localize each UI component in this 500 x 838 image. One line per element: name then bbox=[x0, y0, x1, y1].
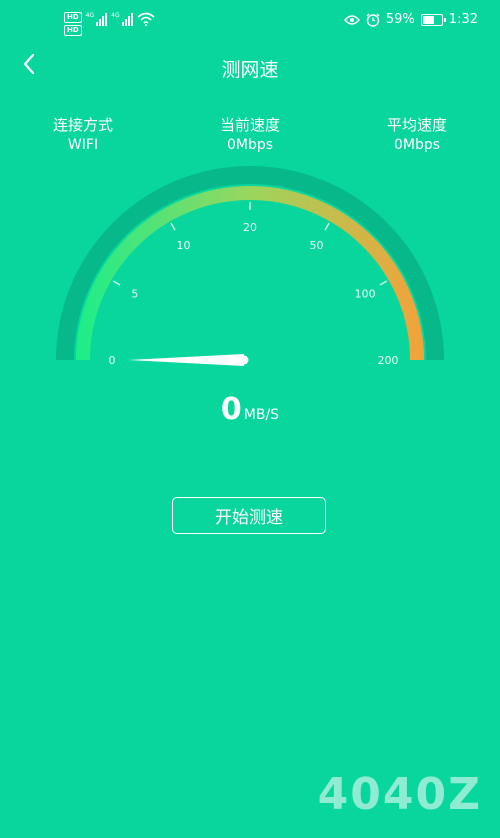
gauge-tick-label: 10 bbox=[177, 239, 191, 252]
watermark-logo: 4040Z bbox=[317, 769, 482, 820]
speed-value: 0 bbox=[220, 392, 242, 427]
gauge-tick-label: 50 bbox=[310, 239, 324, 252]
gauge-tick bbox=[112, 280, 121, 286]
gauge-tick-label: 20 bbox=[243, 221, 257, 234]
start-test-button[interactable]: 开始测速 bbox=[172, 497, 326, 534]
speed-unit: MB/S bbox=[243, 407, 280, 423]
gauge-tick-label: 100 bbox=[355, 288, 376, 301]
speed-readout: 0 MB/S bbox=[0, 392, 500, 427]
gauge-pivot bbox=[239, 355, 249, 365]
gauge-tick-label: 0 bbox=[109, 354, 116, 367]
gauge-tick bbox=[170, 222, 176, 231]
gauge-needle bbox=[128, 354, 244, 366]
gauge-tick bbox=[379, 280, 388, 286]
gauge-tick bbox=[324, 222, 330, 231]
gauge-tick-label: 200 bbox=[378, 354, 399, 367]
gauge-tick-label: 5 bbox=[131, 288, 138, 301]
